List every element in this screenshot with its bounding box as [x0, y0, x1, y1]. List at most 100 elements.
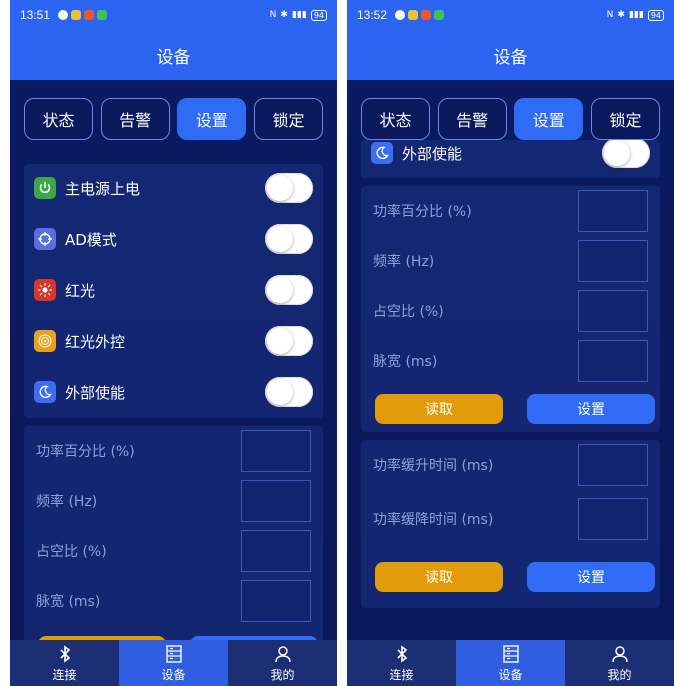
- tab-settings[interactable]: 设置: [514, 98, 584, 140]
- param-row-frequency: 频率 (Hz): [373, 240, 648, 282]
- tab-bar: 状态 告警 设置 锁定: [24, 98, 323, 140]
- param-label: 占空比 (%): [373, 304, 444, 320]
- param-label: 占空比 (%): [36, 544, 107, 560]
- nav-label: 设备: [498, 667, 523, 682]
- param-row-frequency: 频率 (Hz): [36, 480, 311, 522]
- status-time: 13:52: [357, 8, 388, 22]
- duty-cycle-input[interactable]: [241, 530, 311, 572]
- param-label: 频率 (Hz): [36, 494, 98, 510]
- duty-cycle-input[interactable]: [578, 290, 648, 332]
- read-button[interactable]: 读取: [375, 562, 503, 592]
- nav-label: 我的: [607, 667, 632, 682]
- signal-icon: ▮▮▮: [291, 10, 307, 20]
- tab-status[interactable]: 状态: [24, 98, 93, 140]
- settings-scroll[interactable]: 外部使能 功率百分比 (%) 频率 (Hz) 占空比 (%) 脉宽 (ms) 读…: [347, 140, 674, 640]
- red-light-external-switch[interactable]: [265, 326, 313, 356]
- nav-label: 我的: [270, 667, 295, 682]
- toggle-row-ad-mode: AD模式: [34, 220, 313, 258]
- toggle-card: 主电源上电 AD模式 红光 红光外控 外部使能: [24, 164, 323, 418]
- battery-icon: 94: [310, 9, 327, 21]
- app-icon: [71, 10, 82, 20]
- status-bar: 13:51 N ✱ ▮▮▮ 94: [10, 0, 337, 30]
- bluetooth-icon: ✱: [280, 10, 288, 20]
- bluetooth-icon: ✱: [617, 10, 625, 20]
- tab-alarm[interactable]: 告警: [437, 98, 507, 140]
- pulse-width-input[interactable]: [241, 580, 311, 622]
- tab-lock[interactable]: 锁定: [253, 98, 323, 140]
- nav-label: 设备: [161, 667, 186, 682]
- system-icons: N ✱ ▮▮▮ 94: [269, 9, 327, 21]
- server-icon: [502, 644, 519, 663]
- ramp-up-input[interactable]: [578, 444, 648, 486]
- param-label: 功率缓升时间 (ms): [373, 458, 494, 474]
- user-icon: [611, 645, 628, 662]
- phone-screen-right: 13:52 N ✱ ▮▮▮ 94 设备 状态 告警 设置 锁定 外部使能 功率百…: [347, 0, 674, 686]
- nfc-icon: N: [269, 10, 277, 20]
- settings-scroll[interactable]: 主电源上电 AD模式 红光 红光外控 外部使能 功率百分比 (%) 频率 (Hz…: [10, 160, 337, 640]
- nav-mine[interactable]: 我的: [228, 640, 337, 686]
- tab-lock[interactable]: 锁定: [590, 98, 660, 140]
- toggle-label: 红光外控: [65, 332, 126, 351]
- param-row-duty: 占空比 (%): [36, 530, 311, 572]
- bottom-nav: 连接 设备 我的: [347, 640, 674, 686]
- tab-status[interactable]: 状态: [361, 98, 430, 140]
- power-percent-input[interactable]: [241, 430, 311, 472]
- toggle-row-main-power: 主电源上电: [34, 169, 313, 207]
- nav-connect[interactable]: 连接: [10, 640, 119, 686]
- main-power-switch[interactable]: [265, 173, 313, 203]
- nav-device[interactable]: 设备: [456, 640, 565, 686]
- nfc-icon: N: [606, 10, 614, 20]
- param-row-duty: 占空比 (%): [373, 290, 648, 332]
- nav-mine[interactable]: 我的: [565, 640, 674, 686]
- notification-icons: [58, 10, 108, 20]
- target-icon: [34, 228, 56, 250]
- pulse-width-input[interactable]: [578, 340, 648, 382]
- signal-icon: ▮▮▮: [628, 10, 644, 20]
- ramp-card: 功率缓升时间 (ms) 功率缓降时间 (ms) 读取 设置: [361, 440, 660, 608]
- phone-screen-left: 13:51 N ✱ ▮▮▮ 94 设备 状态 告警 设置 锁定 主电源上电 AD…: [10, 0, 337, 686]
- toggle-label: AD模式: [65, 230, 117, 249]
- app-icon: [97, 10, 108, 20]
- page-title: 设备: [10, 30, 337, 80]
- nav-connect[interactable]: 连接: [347, 640, 456, 686]
- weibo-icon: [84, 10, 95, 20]
- weibo-icon: [421, 10, 432, 20]
- param-row-pulse-width: 脉宽 (ms): [373, 340, 648, 382]
- tab-bar: 状态 告警 设置 锁定: [361, 98, 660, 140]
- toggle-card: 外部使能: [361, 140, 660, 178]
- nav-label: 连接: [52, 667, 77, 682]
- system-icons: N ✱ ▮▮▮ 94: [606, 9, 664, 21]
- tab-alarm[interactable]: 告警: [100, 98, 170, 140]
- external-enable-switch[interactable]: [265, 377, 313, 407]
- external-enable-switch[interactable]: [602, 140, 650, 168]
- param-card: 功率百分比 (%) 频率 (Hz) 占空比 (%) 脉宽 (ms) 读取 设置: [361, 186, 660, 432]
- set-button[interactable]: 设置: [527, 394, 655, 424]
- param-row-power: 功率百分比 (%): [36, 430, 311, 472]
- power-icon: [34, 177, 56, 199]
- server-icon: [165, 644, 182, 663]
- power-percent-input[interactable]: [578, 190, 648, 232]
- red-light-switch[interactable]: [265, 275, 313, 305]
- toggle-label: 红光: [65, 281, 96, 300]
- radar-icon: [34, 330, 56, 352]
- user-icon: [274, 645, 291, 662]
- ad-mode-switch[interactable]: [265, 224, 313, 254]
- set-button[interactable]: 设置: [527, 562, 655, 592]
- toggle-row-red-light: 红光: [34, 271, 313, 309]
- frequency-input[interactable]: [241, 480, 311, 522]
- read-button[interactable]: 读取: [375, 394, 503, 424]
- frequency-input[interactable]: [578, 240, 648, 282]
- toggle-label: 主电源上电: [65, 179, 141, 198]
- status-bar: 13:52 N ✱ ▮▮▮ 94: [347, 0, 674, 30]
- notification-icons: [395, 10, 445, 20]
- chat-icon: [58, 10, 69, 20]
- app-icon: [434, 10, 445, 20]
- app-icon: [408, 10, 419, 20]
- ramp-down-input[interactable]: [578, 498, 648, 540]
- tab-settings[interactable]: 设置: [177, 98, 247, 140]
- param-row-pulse-width: 脉宽 (ms): [36, 580, 311, 622]
- param-label: 功率缓降时间 (ms): [373, 512, 494, 528]
- nav-device[interactable]: 设备: [119, 640, 228, 686]
- bluetooth-icon: [59, 644, 70, 663]
- battery-icon: 94: [647, 9, 664, 21]
